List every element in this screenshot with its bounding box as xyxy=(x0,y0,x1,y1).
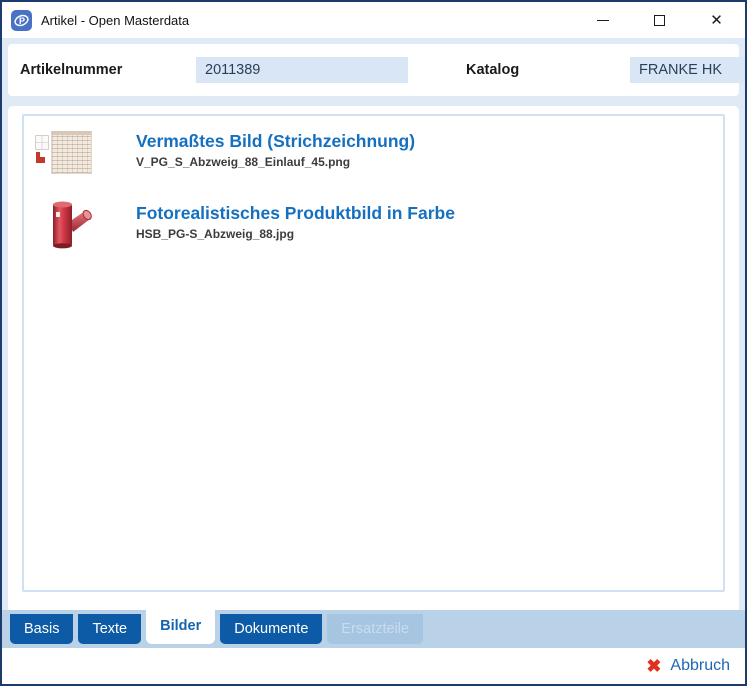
tab-bar: Basis Texte Bilder Dokumente Ersatzteile xyxy=(2,610,745,648)
image-link-strichzeichnung[interactable]: Vermaßtes Bild (Strichzeichnung) xyxy=(136,130,415,152)
line-drawing-thumbnail-icon[interactable] xyxy=(32,128,136,178)
cancel-button[interactable]: ✖ Abbruch xyxy=(646,657,730,675)
red-pipe-thumbnail-icon[interactable] xyxy=(32,200,136,250)
list-item: Vermaßtes Bild (Strichzeichnung) V_PG_S_… xyxy=(32,128,713,178)
list-item-text: Vermaßtes Bild (Strichzeichnung) V_PG_S_… xyxy=(136,128,713,169)
titlebar: P Artikel - Open Masterdata ✕ xyxy=(2,2,745,38)
katalog-label: Katalog xyxy=(466,62,562,78)
cancel-button-label: Abbruch xyxy=(670,657,730,675)
svg-text:P: P xyxy=(19,16,25,26)
dimension-table-icon xyxy=(51,131,92,174)
list-item: Fotorealistisches Produktbild in Farbe H… xyxy=(32,200,713,250)
artikelnummer-input[interactable]: 2011389 xyxy=(196,57,408,83)
pipe-fitting-icon xyxy=(49,200,93,250)
footer-bar: ✖ Abbruch xyxy=(2,648,745,684)
list-item-text: Fotorealistisches Produktbild in Farbe H… xyxy=(136,200,713,241)
tab-ersatzteile: Ersatzteile xyxy=(327,614,423,644)
image-list: Vermaßtes Bild (Strichzeichnung) V_PG_S_… xyxy=(22,114,725,592)
tab-texte[interactable]: Texte xyxy=(78,614,141,644)
content-panel: Vermaßtes Bild (Strichzeichnung) V_PG_S_… xyxy=(8,106,739,610)
maximize-icon xyxy=(654,15,665,26)
close-button[interactable]: ✕ xyxy=(688,2,745,38)
tab-bilder[interactable]: Bilder xyxy=(146,610,215,644)
katalog-field[interactable]: FRANKE HK xyxy=(630,57,747,83)
window-title: Artikel - Open Masterdata xyxy=(41,13,574,28)
image-link-produktbild[interactable]: Fotorealistisches Produktbild in Farbe xyxy=(136,202,455,224)
dialog-window: P Artikel - Open Masterdata ✕ Artikelnum… xyxy=(0,0,747,686)
red-fitting-mark-icon xyxy=(36,152,45,163)
red-x-icon: ✖ xyxy=(646,657,661,675)
close-icon: ✕ xyxy=(710,13,723,28)
tab-dokumente[interactable]: Dokumente xyxy=(220,614,322,644)
artikelnummer-label: Artikelnummer xyxy=(20,62,196,78)
sketch-outline-icon xyxy=(35,135,49,150)
tab-basis[interactable]: Basis xyxy=(10,614,73,644)
app-logo-icon: P xyxy=(11,10,32,31)
image-filename: HSB_PG-S_Abzweig_88.jpg xyxy=(136,227,713,241)
minimize-button[interactable] xyxy=(574,2,631,38)
header-form: Artikelnummer 2011389 Katalog FRANKE HK xyxy=(8,44,739,96)
maximize-button[interactable] xyxy=(631,2,688,38)
image-filename: V_PG_S_Abzweig_88_Einlauf_45.png xyxy=(136,155,713,169)
minimize-icon xyxy=(597,20,609,21)
